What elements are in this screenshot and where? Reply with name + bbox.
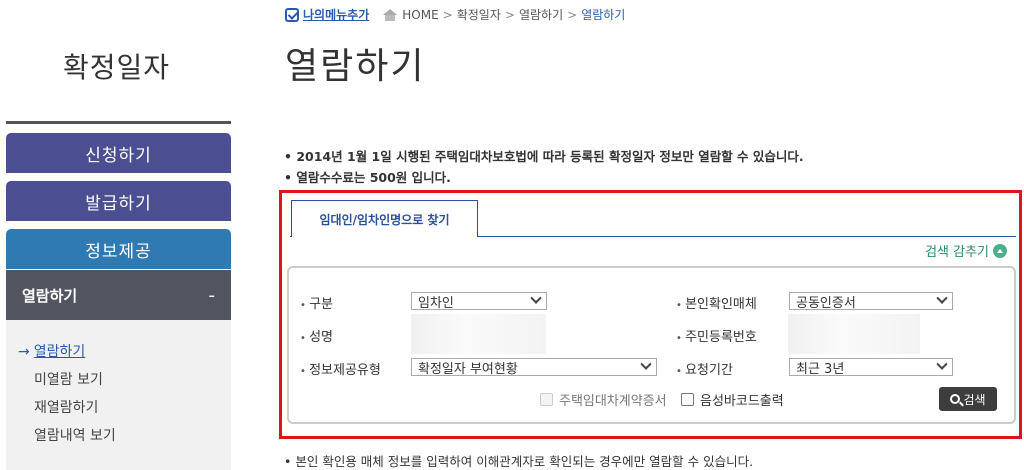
sidebar-submenu: → 열람하기 미열람 보기 재열람하기 열람내역 보기 — [6, 320, 231, 470]
period-select[interactable]: 최근 3년 — [789, 358, 953, 377]
sidebar: 확정일자 신청하기 발급하기 정보제공 열람하기 - → 열람하기 미열람 보기 … — [0, 0, 240, 470]
notice-text: • 2014년 1월 1일 시행된 주택임대차보호법에 따라 등록된 확정일자 … — [284, 149, 804, 164]
info-type-select-value: 확정일자 부여현황 — [418, 361, 518, 377]
search-button-label: 검색 — [963, 392, 986, 407]
hide-search-label: 검색 감추기 — [925, 245, 989, 260]
search-icon — [950, 394, 961, 404]
breadcrumb: 나의메뉴추가 HOME > 확정일자 > 열람하기 > 열람하기 — [285, 6, 625, 23]
sidebar-title: 확정일자 — [63, 51, 171, 84]
bottom-notice: • 본인 확인용 매체 정보를 입력하여 이해관계자로 확인되는 경우에만 열람… — [284, 454, 754, 469]
type-label: 구분 — [300, 293, 333, 312]
voice-barcode-label: 음성바코드출력 — [700, 394, 784, 409]
search-button[interactable]: 검색 — [939, 387, 997, 411]
add-favorite-button[interactable]: 나의메뉴추가 — [285, 6, 369, 23]
type-select[interactable]: 임차인 — [411, 292, 547, 311]
sidebar-item-apply[interactable]: 신청하기 — [6, 133, 231, 173]
breadcrumb-separator: > — [504, 7, 515, 22]
name-label: 성명 — [300, 326, 333, 345]
auth-select-value: 공동인증서 — [796, 295, 856, 311]
submenu-item-review[interactable]: 재열람하기 — [6, 394, 231, 422]
rrn-label: 주민등록번호 — [676, 326, 757, 345]
contract-document-checkbox[interactable]: 주택임대차계약증서 — [540, 390, 667, 409]
rrn-input[interactable] — [788, 314, 920, 354]
submenu-item-unviewed[interactable]: 미열람 보기 — [6, 366, 231, 394]
breadcrumb-current: 열람하기 — [581, 8, 626, 22]
chevron-down-icon — [640, 358, 652, 370]
sidebar-item-view-label: 열람하기 — [22, 286, 78, 305]
chevron-down-icon — [936, 292, 948, 304]
check-icon — [285, 7, 299, 22]
submenu-item-view[interactable]: → 열람하기 — [6, 338, 231, 366]
name-input[interactable] — [411, 314, 546, 354]
period-select-value: 최근 3년 — [796, 361, 845, 377]
auth-label: 본인확인매체 — [676, 293, 757, 312]
breadcrumb-separator: > — [442, 7, 453, 22]
hide-search-button[interactable]: 검색 감추기 — [925, 241, 1007, 260]
checkbox-box — [681, 393, 694, 406]
breadcrumb-home[interactable]: HOME — [402, 8, 438, 22]
arrow-right-icon: → — [18, 344, 30, 360]
sidebar-item-info[interactable]: 정보제공 — [6, 229, 231, 269]
breadcrumb-item[interactable]: 열람하기 — [519, 6, 563, 23]
page-title: 열람하기 — [285, 46, 426, 87]
contract-document-label: 주택임대차계약증서 — [559, 394, 667, 409]
submenu-item-history[interactable]: 열람내역 보기 — [6, 422, 231, 450]
tab-search-by-name[interactable]: 임대인/임차인명으로 찾기 — [291, 200, 478, 238]
auth-select[interactable]: 공동인증서 — [789, 292, 953, 311]
chevron-down-icon — [936, 358, 948, 370]
chevron-down-icon — [530, 292, 542, 304]
submenu-item-label: 열람하기 — [33, 344, 86, 360]
home-icon — [383, 8, 398, 21]
collapse-icon: - — [208, 284, 216, 306]
breadcrumb-separator: > — [567, 7, 578, 22]
sidebar-item-view[interactable]: 열람하기 - — [6, 270, 231, 320]
sidebar-divider — [6, 121, 231, 124]
info-type-select[interactable]: 확정일자 부여현황 — [411, 358, 657, 377]
checkbox-box — [540, 393, 553, 406]
type-select-value: 임차인 — [418, 295, 454, 311]
voice-barcode-checkbox[interactable]: 음성바코드출력 — [681, 390, 784, 409]
breadcrumb-item[interactable]: 확정일자 — [457, 6, 501, 23]
chevron-up-icon — [993, 243, 1007, 258]
sidebar-item-issue[interactable]: 발급하기 — [6, 181, 231, 221]
add-favorite-label: 나의메뉴추가 — [303, 8, 370, 22]
info-type-label: 정보제공유형 — [300, 359, 381, 378]
period-label: 요청기간 — [676, 359, 733, 378]
notice-text: • 열람수수료는 500원 입니다. — [284, 170, 451, 185]
